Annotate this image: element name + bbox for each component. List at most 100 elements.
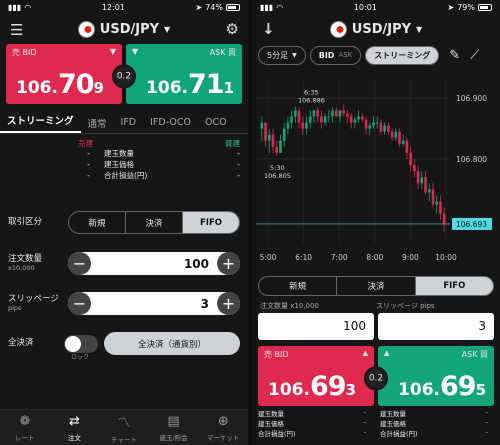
plus-icon[interactable]: +: [217, 252, 240, 275]
currency-pair[interactable]: USD/JPY: [352, 22, 411, 37]
ask-tile[interactable]: ▲ ASK 買 106.695: [378, 346, 494, 406]
annotation-value: 106.886: [298, 97, 325, 105]
pencil-icon[interactable]: ✎: [449, 48, 460, 63]
chart-order-screen: ▮▮▮ ◠ 10:01 ➤ 79% ↓ USD/JPY ▼ 5分足 ▼ BID ASK …: [252, 0, 500, 445]
slippage-input[interactable]: 3: [378, 313, 494, 340]
table-row: 建玉数量 -: [258, 408, 366, 418]
menu-icon[interactable]: ☰: [10, 21, 23, 39]
status-bar: ▮▮▮ ◠ 12:01 ➤ 74%: [0, 0, 248, 14]
candle-body: [282, 128, 286, 141]
option-close[interactable]: 決済: [337, 277, 416, 295]
x-tick-label: 8:00: [366, 253, 383, 262]
quantity-value[interactable]: 100: [91, 257, 217, 271]
arrow-down-icon[interactable]: ↓: [262, 20, 275, 38]
quantity-stepper: − 100 +: [68, 252, 240, 275]
tab-ifd-oco[interactable]: IFD-OCO: [143, 117, 198, 128]
candle-body: [286, 122, 290, 129]
table-row: - 合計損益(円) -: [87, 171, 240, 180]
tab-oco[interactable]: OCO: [198, 117, 234, 128]
option-new[interactable]: 新規: [69, 212, 126, 233]
table-row: - 建玉価格 -: [87, 160, 240, 169]
option-fifo[interactable]: FIFO: [183, 212, 239, 233]
candle-body: [424, 177, 427, 193]
candle-body: [390, 131, 394, 138]
bid-label: 売 BID: [12, 48, 37, 57]
battery-percent: 74%: [205, 2, 223, 12]
minus-icon[interactable]: −: [68, 252, 91, 275]
chevron-down-icon[interactable]: ▼: [164, 25, 170, 34]
header: ☰ USD/JPY ▼ ⚙: [0, 14, 248, 44]
clock: 12:01: [101, 2, 125, 12]
candle-body: [349, 116, 353, 123]
bid-tile[interactable]: 売 BID ▼ 106.709: [6, 44, 122, 104]
lock-toggle[interactable]: [64, 334, 98, 353]
tab-ifd[interactable]: IFD: [114, 117, 144, 128]
slippage-label: スリッページ pips: [376, 302, 435, 310]
tab-streaming[interactable]: ストリーミング: [0, 113, 81, 133]
price-chart[interactable]: 106.900 106.800 5:00 6:10 7:00 8:00 9:00 10:00 1…: [252, 74, 500, 270]
triangle-down-icon: ▼: [109, 47, 116, 56]
field-labels: 注文数量 x10,000 スリッページ pips: [260, 301, 492, 311]
option-close[interactable]: 決済: [126, 212, 183, 233]
annotation-value: 106.805: [264, 172, 291, 180]
candle-body: [308, 116, 312, 123]
nav-chart[interactable]: 〽チャート: [99, 410, 149, 445]
bid-tile[interactable]: 売 BID ▲ 106.693: [258, 346, 374, 406]
table-row: 合計損益(円) -: [380, 428, 488, 438]
candle-body: [294, 110, 297, 117]
slippage-value[interactable]: 3: [91, 297, 217, 311]
close-all-button[interactable]: 全決済（通貨別）: [104, 332, 240, 355]
x-tick-label: 6:10: [295, 253, 312, 262]
order-tabs: ストリーミング 通常 IFD IFD-OCO OCO: [0, 112, 248, 134]
ask-label: ASK 買: [209, 48, 236, 57]
quantity-input[interactable]: 100: [258, 313, 374, 340]
option-new[interactable]: 新規: [259, 277, 338, 295]
x-tick-label: 9:00: [402, 253, 419, 262]
nav-rate[interactable]: ❁ レート: [0, 410, 50, 445]
candle-body: [346, 113, 349, 117]
chevron-down-icon[interactable]: ▼: [416, 25, 422, 34]
order-type-row: 取引区分 新規 決済 FIFO: [0, 211, 248, 234]
minus-icon[interactable]: −: [68, 292, 91, 315]
currency-pair[interactable]: USD/JPY: [100, 22, 159, 37]
quantity-row: 注文数量 x10,000 − 100 +: [0, 252, 248, 275]
candle-body: [260, 122, 264, 129]
chart-toolbar: 5分足 ▼ BID ASK ストリーミング ✎ ⟋: [252, 44, 500, 66]
candle-body: [323, 116, 327, 123]
flag-icon: [329, 20, 347, 38]
plus-icon[interactable]: +: [217, 292, 240, 315]
candle-body: [375, 122, 379, 124]
interval-select[interactable]: 5分足 ▼: [258, 45, 306, 65]
candle-body: [427, 189, 431, 193]
option-fifo[interactable]: FIFO: [415, 277, 493, 295]
candle-body: [264, 122, 267, 141]
price-type-toggle[interactable]: BID ASK: [309, 45, 362, 65]
bid-label: 売 BID: [264, 350, 289, 359]
tab-normal[interactable]: 通常: [81, 116, 114, 130]
triangle-up-icon: ▲: [384, 349, 390, 357]
chevron-down-icon: ▼: [292, 51, 297, 59]
header: ↓ USD/JPY ▼: [252, 14, 500, 44]
y-tick-label: 106.800: [456, 155, 487, 164]
market-icon: ⊕: [217, 413, 229, 429]
ask-label: ASK 買: [461, 350, 488, 359]
streaming-button[interactable]: ストリーミング: [365, 45, 440, 65]
order-icon: ⇄: [68, 413, 80, 429]
gear-icon[interactable]: ⚙: [226, 20, 239, 38]
indicator-icon[interactable]: ⟋: [470, 48, 479, 63]
nav-market[interactable]: ⊕ マーケット: [198, 410, 248, 445]
candle-body: [290, 116, 293, 123]
close-all-label: 全決済: [8, 337, 34, 348]
battery-icon: [478, 3, 492, 11]
location-icon: ➤: [195, 2, 203, 12]
status-bar: ▮▮▮ ◠ 10:01 ➤ 79%: [252, 0, 500, 14]
candle-body: [334, 110, 338, 117]
spread-badge: 0.2: [112, 64, 136, 89]
spread-badge: 0.2: [364, 366, 388, 391]
nav-order[interactable]: ⇄ 注文: [50, 410, 100, 445]
ask-tile[interactable]: ▼ ASK 買 106.711: [126, 44, 242, 104]
nav-position[interactable]: ▤ 建玉/照会: [149, 410, 199, 445]
battery-icon: [226, 3, 240, 11]
candle-body: [297, 110, 301, 123]
candle-body: [405, 140, 409, 153]
